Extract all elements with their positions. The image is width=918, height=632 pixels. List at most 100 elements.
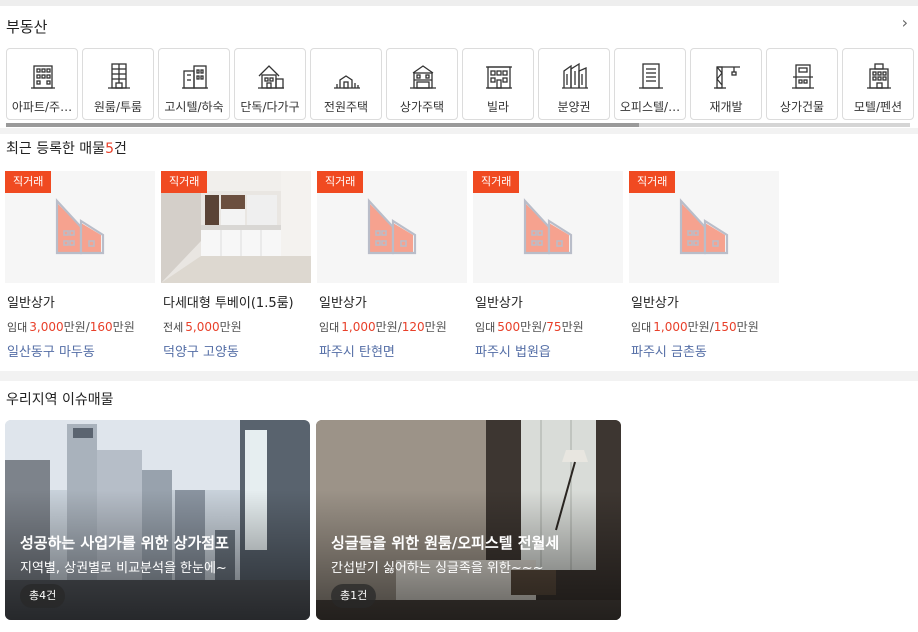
price-unit: 만원 [561,320,584,334]
listing-type: 다세대형 투베이(1.5룸) [163,296,294,311]
category-row: 아파트/주… 원룸/투룸 고시텔/하숙 단독/다가구 전원주택 상가주택 빌라 … [6,48,918,120]
category-label: 단독/다가구 [240,100,300,114]
price-unit: 만원 [112,320,135,334]
direct-deal-badge: 직거래 [317,171,364,193]
category-label: 아파트/주… [11,100,73,114]
shop-house-icon [410,65,436,89]
presale-icon [562,62,588,89]
category-apartment[interactable]: 아파트/주… [6,48,78,120]
listing-location: 덕양구 고양동 [163,345,239,360]
category-motel[interactable]: 모텔/펜션 [842,48,914,120]
motel-icon [867,63,891,89]
price-unit: 만원 [424,320,447,334]
price-monthly: 150 [713,320,737,334]
price-unit: 만원 [520,320,543,334]
listing-thumbnail: 직거래 [5,171,155,283]
issue-card-total: 총4건 [20,584,66,608]
category-commercial-building[interactable]: 상가건물 [766,48,838,120]
listing-location: 파주시 탄현면 [319,345,395,360]
house-icon [258,65,284,89]
listing-type: 일반상가 [475,296,523,311]
price-kind: 임대 [475,321,496,334]
apartment-icon [31,65,55,89]
issue-card-subtitle: 지역별, 상권별로 비교분석을 한눈에~ [20,561,227,576]
category-label: 상가건물 [779,100,825,114]
category-country-house[interactable]: 전원주택 [310,48,382,120]
chevron-right-icon[interactable]: › [902,15,908,31]
issue-card-subtitle: 간섭받기 싫어하는 싱글족을 위한~~~ [331,561,544,576]
listing-card[interactable]: 직거래 일반상가 임대 1,000만원/120만원 파주시 탄현면 [317,171,467,361]
category-label: 고시텔/하숙 [164,100,224,114]
category-redevelopment[interactable]: 재개발 [690,48,762,120]
listing-location: 파주시 법원읍 [475,345,551,360]
section-title-issue: 우리지역 이슈매물 [6,392,114,408]
category-scrollbar-thumb[interactable] [6,123,639,127]
category-label: 상가주택 [399,100,445,114]
category-presale[interactable]: 분양권 [538,48,610,120]
listing-price: 임대 1,000만원/120만원 [319,318,447,335]
building-placeholder-icon [523,198,573,255]
goshitel-icon [182,65,208,89]
price-deposit: 500 [497,320,521,334]
section-title-realestate: 부동산 [6,18,48,36]
category-shop-house[interactable]: 상가주택 [386,48,458,120]
direct-deal-badge: 직거래 [629,171,676,193]
top-divider [0,0,918,6]
section-divider [0,371,918,381]
listing-price: 임대 500만원/75만원 [475,318,584,335]
category-label: 원룸/투룸 [93,100,143,114]
listing-card[interactable]: 직거래 일반상가 임대 1,000만원/150만원 파주시 금촌동 [629,171,779,361]
listing-price: 임대 1,000만원/150만원 [631,318,759,335]
recent-count-suffix: 건 [113,141,127,157]
price-kind: 임대 [631,321,652,334]
recent-count: 5 [105,141,114,157]
price-monthly: 120 [401,320,425,334]
category-label: 분양권 [557,100,591,114]
listing-location: 일산동구 마두동 [7,345,95,360]
price-unit: 만원 [63,320,86,334]
listing-price: 전세 5,000만원 [163,318,242,335]
listing-type: 일반상가 [631,296,679,311]
listing-type: 일반상가 [7,296,55,311]
category-label: 모텔/펜션 [853,100,903,114]
price-kind: 전세 [163,321,184,334]
officetel-icon [639,63,663,89]
recent-title-text: 최근 등록한 매물 [6,141,106,157]
category-goshitel[interactable]: 고시텔/하숙 [158,48,230,120]
issue-card-oneroom[interactable]: 싱글들을 위한 원룸/오피스텔 전월세 간섭받기 싫어하는 싱글족을 위한~~~… [316,420,621,620]
price-kind: 임대 [7,321,28,334]
price-deposit: 3,000 [29,320,64,334]
category-oneroom[interactable]: 원룸/투룸 [82,48,154,120]
issue-card-title: 싱글들을 위한 원룸/오피스텔 전월세 [331,534,560,552]
category-house[interactable]: 단독/다가구 [234,48,306,120]
listing-thumbnail: 직거래 [161,171,311,283]
issue-card-commercial[interactable]: 성공하는 사업가를 위한 상가점포 지역별, 상권별로 비교분석을 한눈에~ 총… [5,420,310,620]
price-monthly: 160 [89,320,113,334]
category-label: 오피스텔/… [619,100,681,114]
direct-deal-badge: 직거래 [5,171,52,193]
price-unit: 만원 [736,320,759,334]
category-scrollbar[interactable] [6,123,910,127]
building-placeholder-icon [367,198,417,255]
redevelopment-icon [714,66,740,89]
listing-location: 파주시 금촌동 [631,345,707,360]
listing-thumbnail: 직거래 [473,171,623,283]
category-villa[interactable]: 빌라 [462,48,534,120]
price-deposit: 1,000 [653,320,688,334]
category-officetel[interactable]: 오피스텔/… [614,48,686,120]
listing-price: 임대 3,000만원/160만원 [7,318,135,335]
category-label: 빌라 [486,100,510,114]
country-house-icon [334,75,360,89]
category-label: 재개발 [709,100,743,114]
listing-card[interactable]: 직거래 다세대형 투베이(1.5룸) 전세 5,000만원 덕양구 고양동 [161,171,311,361]
listing-card[interactable]: 직거래 일반상가 임대 3,000만원/160만원 일산동구 마두동 [5,171,155,361]
listing-type: 일반상가 [319,296,367,311]
price-deposit: 5,000 [185,320,220,334]
price-unit: 만원 [375,320,398,334]
villa-icon [486,66,512,89]
section-divider [0,128,918,134]
oneroom-icon [108,63,130,89]
listing-thumbnail: 직거래 [317,171,467,283]
listing-card[interactable]: 직거래 일반상가 임대 500만원/75만원 파주시 법원읍 [473,171,623,361]
section-title-recent: 최근 등록한 매물5건 [6,138,127,158]
